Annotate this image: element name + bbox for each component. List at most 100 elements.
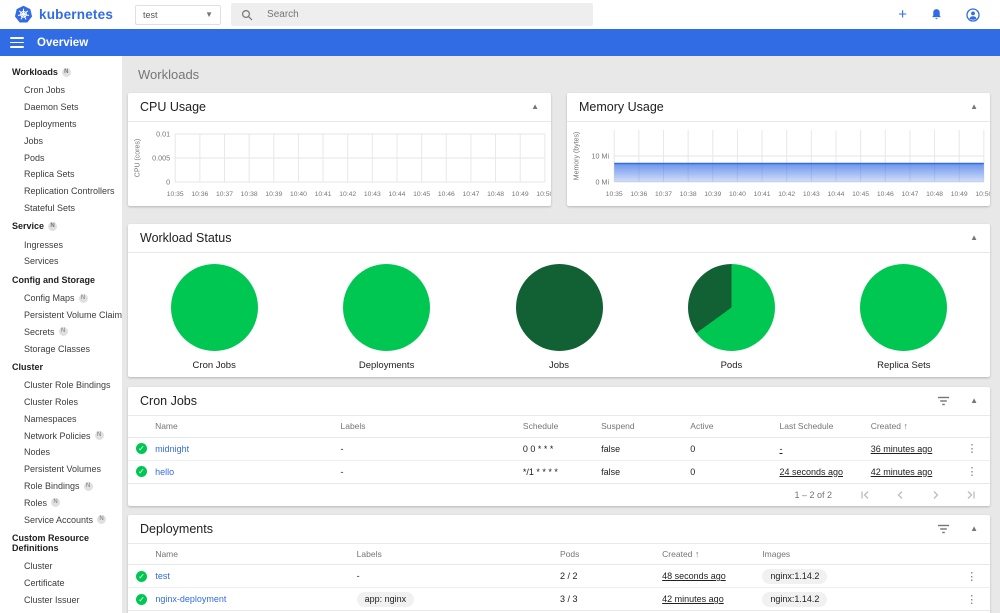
sidebar-item-persistent-volumes[interactable]: Persistent Volumes [0, 461, 122, 478]
kubernetes-logo[interactable]: kubernetes [14, 5, 113, 24]
notifications-bell-icon[interactable] [930, 8, 943, 21]
column-header-last-schedule[interactable]: Last Schedule [779, 416, 871, 438]
cell-text: */1 * * * * [522, 466, 558, 477]
resource-name-link[interactable]: test [155, 571, 170, 581]
sidebar-item-label: Nodes [24, 447, 51, 458]
sidebar-item-storage-classes[interactable]: Storage Classes [0, 340, 122, 357]
search-input[interactable] [267, 9, 548, 20]
workload-status-pies: Cron Jobs Deployments Jobs Pods Replica Sets [128, 253, 990, 376]
row-actions-menu-icon[interactable]: ⋮ [953, 437, 990, 461]
row-actions-menu-icon[interactable]: ⋮ [953, 564, 990, 588]
table-cell: nginx:1.14.2 [762, 587, 954, 611]
svg-text:10:36: 10:36 [630, 191, 647, 198]
column-header-suspend[interactable]: Suspend [601, 416, 691, 438]
status-success-icon: ✓ [136, 466, 148, 477]
sidebar-item-pods[interactable]: Pods [0, 149, 122, 166]
resource-name-link[interactable]: nginx-deployment [155, 594, 226, 604]
column-header-pods[interactable]: Pods [559, 543, 663, 565]
timestamp-tooltip-text[interactable]: - [779, 444, 782, 454]
sidebar-item-replication-controllers[interactable]: Replication Controllers [0, 183, 122, 200]
table-cell: false [601, 437, 691, 461]
collapse-caret-icon[interactable]: ▲ [970, 103, 978, 111]
svg-text:10:43: 10:43 [364, 191, 381, 198]
filter-icon[interactable] [937, 396, 950, 406]
next-page-icon[interactable] [930, 490, 941, 500]
collapse-caret-icon[interactable]: ▲ [531, 103, 539, 111]
cron-jobs-title: Cron Jobs [140, 394, 197, 408]
sidebar-item-config-maps[interactable]: Config Maps N [0, 290, 122, 307]
column-header-name[interactable]: Name [155, 416, 341, 438]
sidebar-item-network-policies[interactable]: Network Policies N [0, 427, 122, 444]
sidebar-item-jobs[interactable]: Jobs [0, 132, 122, 149]
menu-hamburger-icon[interactable] [10, 37, 24, 48]
sidebar-item-label: Network Policies [24, 430, 91, 441]
svg-text:10:45: 10:45 [852, 191, 869, 198]
filter-icon[interactable] [937, 524, 950, 534]
column-header-created[interactable]: Created ↑ [870, 416, 954, 438]
column-header-created[interactable]: Created ↑ [662, 543, 763, 565]
namespace-selector[interactable]: test ▼ [135, 4, 222, 25]
sidebar-item-stateful-sets[interactable]: Stateful Sets [0, 199, 122, 216]
sidebar-item-cluster-roles[interactable]: Cluster Roles [0, 394, 122, 411]
sidebar-section-label: Cluster [12, 361, 44, 372]
sidebar-section-custom-resource-definitions[interactable]: Custom Resource Definitions [0, 528, 122, 558]
prev-page-icon[interactable] [895, 490, 906, 500]
svg-text:10:48: 10:48 [487, 191, 504, 198]
row-actions-menu-icon[interactable]: ⋮ [953, 460, 990, 484]
sidebar-section-workloads[interactable]: Workloads N [0, 62, 122, 82]
sidebar-item-deployments[interactable]: Deployments [0, 116, 122, 133]
column-header-images[interactable]: Images [762, 543, 954, 565]
timestamp-tooltip-text[interactable]: 42 minutes ago [662, 594, 724, 604]
sidebar-item-services[interactable]: Services [0, 253, 122, 270]
svg-text:0 Mi: 0 Mi [596, 179, 610, 187]
sidebar-section-service[interactable]: Service N [0, 216, 122, 236]
sidebar-item-cluster-issuer[interactable]: Cluster Issuer [0, 592, 122, 609]
row-actions-menu-icon[interactable]: ⋮ [953, 587, 990, 611]
column-header-active[interactable]: Active [690, 416, 780, 438]
charts-row: CPU Usage ▲ 0.01 0.005 0 10:35 10:36 10:37 10:… [128, 93, 990, 206]
sidebar-item-secrets[interactable]: Secrets N [0, 323, 122, 340]
timestamp-tooltip-text[interactable]: 36 minutes ago [871, 444, 933, 454]
sidebar-item-cluster-role-bindings[interactable]: Cluster Role Bindings [0, 377, 122, 394]
sidebar-item-ingresses[interactable]: Ingresses [0, 236, 122, 253]
resource-name-link[interactable]: hello [155, 467, 174, 477]
create-resource-button[interactable]: + [898, 7, 907, 22]
timestamp-tooltip-text[interactable]: 48 seconds ago [662, 571, 726, 581]
sidebar-item-persistent-volume-claims[interactable]: Persistent Volume ClaimsN [0, 307, 122, 324]
sidebar-item-cron-jobs[interactable]: Cron Jobs [0, 82, 122, 99]
column-header-labels[interactable]: Labels [340, 416, 523, 438]
column-header-labels[interactable]: Labels [356, 543, 560, 565]
table-cell: nginx-deployment [155, 587, 357, 611]
resource-name-link[interactable]: midnight [155, 444, 189, 454]
sidebar-item-cluster[interactable]: Cluster [0, 558, 122, 575]
column-header-name[interactable]: Name [155, 543, 357, 565]
sidebar-item-daemon-sets[interactable]: Daemon Sets [0, 99, 122, 116]
sidebar-item-roles[interactable]: Roles N [0, 494, 122, 511]
sidebar-item-certificate[interactable]: Certificate [0, 575, 122, 592]
timestamp-tooltip-text[interactable]: 24 seconds ago [779, 467, 843, 477]
collapse-caret-icon[interactable]: ▲ [970, 524, 978, 533]
sidebar-section-cluster[interactable]: Cluster [0, 357, 122, 377]
sidebar-item-nodes[interactable]: Nodes [0, 444, 122, 461]
collapse-caret-icon[interactable]: ▲ [970, 397, 978, 405]
last-page-icon[interactable] [965, 490, 976, 500]
first-page-icon[interactable] [860, 490, 871, 500]
sidebar-item-label: Jobs [24, 135, 44, 146]
sidebar-item-role-bindings[interactable]: Role Bindings N [0, 478, 122, 495]
sidebar-item-namespaces[interactable]: Namespaces [0, 411, 122, 428]
sidebar-item-replica-sets[interactable]: Replica Sets [0, 166, 122, 183]
column-header-schedule[interactable]: Schedule [522, 416, 602, 438]
namespaced-badge: N [58, 327, 68, 337]
sidebar-item-label: Replica Sets [24, 169, 75, 180]
sidebar-section-config-and-storage[interactable]: Config and Storage [0, 270, 122, 290]
collapse-caret-icon[interactable]: ▲ [970, 234, 978, 242]
svg-text:10:37: 10:37 [216, 191, 233, 198]
svg-text:10:37: 10:37 [655, 191, 672, 198]
user-account-icon[interactable] [966, 7, 980, 22]
search-bar[interactable] [231, 3, 594, 26]
sidebar-item-service-accounts[interactable]: Service Accounts N [0, 511, 122, 528]
main-content: Workloads CPU Usage ▲ 0.01 0.005 0 10:35 10:… [122, 56, 1000, 613]
sidebar-item-label: Cron Jobs [24, 85, 66, 96]
timestamp-tooltip-text[interactable]: 42 minutes ago [871, 467, 933, 477]
cpu-usage-card: CPU Usage ▲ 0.01 0.005 0 10:35 10:36 10:37 10:… [128, 93, 551, 206]
